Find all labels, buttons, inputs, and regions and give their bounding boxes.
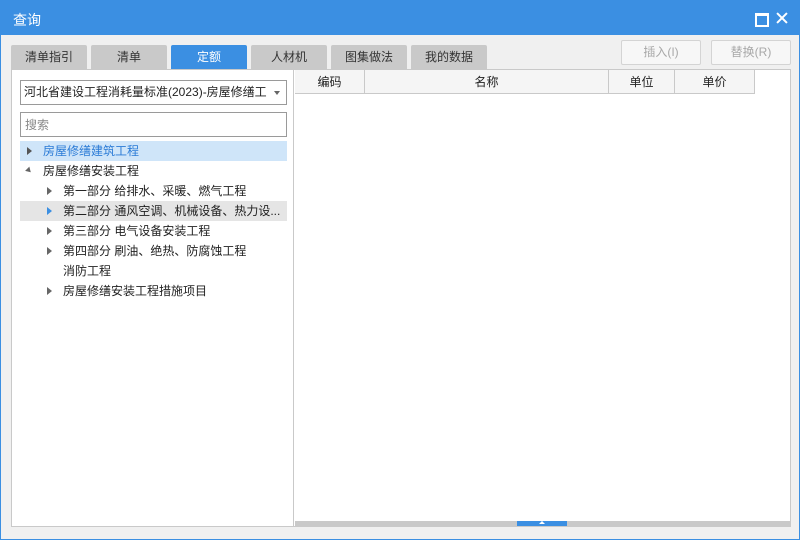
tree-item-building-repair[interactable]: 房屋修缮建筑工程 <box>20 141 287 161</box>
tree-item-label: 第三部分 电气设备安装工程 <box>63 224 211 238</box>
scrollbar-thumb[interactable] <box>517 521 567 526</box>
column-header-code[interactable]: 编码 <box>295 70 365 94</box>
expand-arrow-icon[interactable] <box>27 147 32 155</box>
tree-item-installation-measures[interactable]: 房屋修缮安装工程措施项目 <box>20 281 287 301</box>
title-bar[interactable]: 查询 <box>1 1 799 35</box>
quota-library-select[interactable]: 河北省建设工程消耗量标准(2023)-房屋修缮工 <box>20 80 287 105</box>
tree-item-label: 房屋修缮建筑工程 <box>43 144 140 158</box>
tree-item-part-three[interactable]: 第三部分 电气设备安装工程 <box>20 221 287 241</box>
insert-button[interactable]: 插入(I) <box>621 40 701 65</box>
chevron-down-icon <box>274 91 280 95</box>
tab-bill[interactable]: 清单 <box>91 45 167 70</box>
tab-my-data[interactable]: 我的数据 <box>411 45 487 70</box>
column-header-price[interactable]: 单价 <box>675 70 755 94</box>
column-header-unit[interactable]: 单位 <box>609 70 675 94</box>
tree-item-part-one[interactable]: 第一部分 给排水、采暖、燃气工程 <box>20 181 287 201</box>
tab-atlas-method[interactable]: 图集做法 <box>331 45 407 70</box>
horizontal-scrollbar[interactable] <box>295 521 790 526</box>
tab-labor-material-machine[interactable]: 人材机 <box>251 45 327 70</box>
tree-item-label: 第四部分 刷油、绝热、防腐蚀工程 <box>63 244 247 258</box>
category-tree: 房屋修缮建筑工程 房屋修缮安装工程 第一部分 给排水、采暖、燃气工程 第二部分 … <box>20 141 287 301</box>
window-title: 查询 <box>13 12 41 28</box>
close-icon[interactable] <box>773 9 791 27</box>
tab-quota[interactable]: 定额 <box>171 45 247 70</box>
column-header-name[interactable]: 名称 <box>365 70 609 94</box>
tree-item-part-two[interactable]: 第二部分 通风空调、机械设备、热力设... <box>20 201 287 221</box>
query-dialog: 查询 清单指引 清单 定额 人材机 图集做法 我的数据 插入(I) 替换(R) … <box>0 0 800 540</box>
left-panel: 河北省建设工程消耗量标准(2023)-房屋修缮工 房屋修缮建筑工程 房屋修缮安装… <box>12 70 294 526</box>
replace-button[interactable]: 替换(R) <box>711 40 791 65</box>
tree-item-installation-repair[interactable]: 房屋修缮安装工程 <box>20 161 287 181</box>
tab-bill-guide[interactable]: 清单指引 <box>11 45 87 70</box>
grid-header: 编码 名称 单位 单价 <box>295 70 755 94</box>
expand-arrow-icon[interactable] <box>47 227 52 235</box>
tree-item-label: 房屋修缮安装工程措施项目 <box>63 284 208 298</box>
content-area: 河北省建设工程消耗量标准(2023)-房屋修缮工 房屋修缮建筑工程 房屋修缮安装… <box>11 69 791 527</box>
expand-arrow-icon[interactable] <box>47 287 52 295</box>
expand-arrow-icon[interactable] <box>47 207 52 215</box>
expand-arrow-icon[interactable] <box>47 187 52 195</box>
collapse-arrow-icon[interactable] <box>25 166 33 175</box>
search-input[interactable] <box>20 112 287 137</box>
quota-library-value: 河北省建设工程消耗量标准(2023)-房屋修缮工 <box>24 85 267 99</box>
tree-item-fire-protection[interactable]: 消防工程 <box>20 261 287 281</box>
tree-item-label: 消防工程 <box>63 264 112 278</box>
maximize-icon[interactable] <box>751 9 769 27</box>
expand-arrow-icon[interactable] <box>47 247 52 255</box>
tree-item-part-four[interactable]: 第四部分 刷油、绝热、防腐蚀工程 <box>20 241 287 261</box>
results-grid: 编码 名称 单位 单价 <box>295 70 790 526</box>
tree-item-label: 房屋修缮安装工程 <box>43 164 140 178</box>
tree-item-label: 第一部分 给排水、采暖、燃气工程 <box>63 184 247 198</box>
tree-item-label: 第二部分 通风空调、机械设备、热力设... <box>63 204 281 218</box>
